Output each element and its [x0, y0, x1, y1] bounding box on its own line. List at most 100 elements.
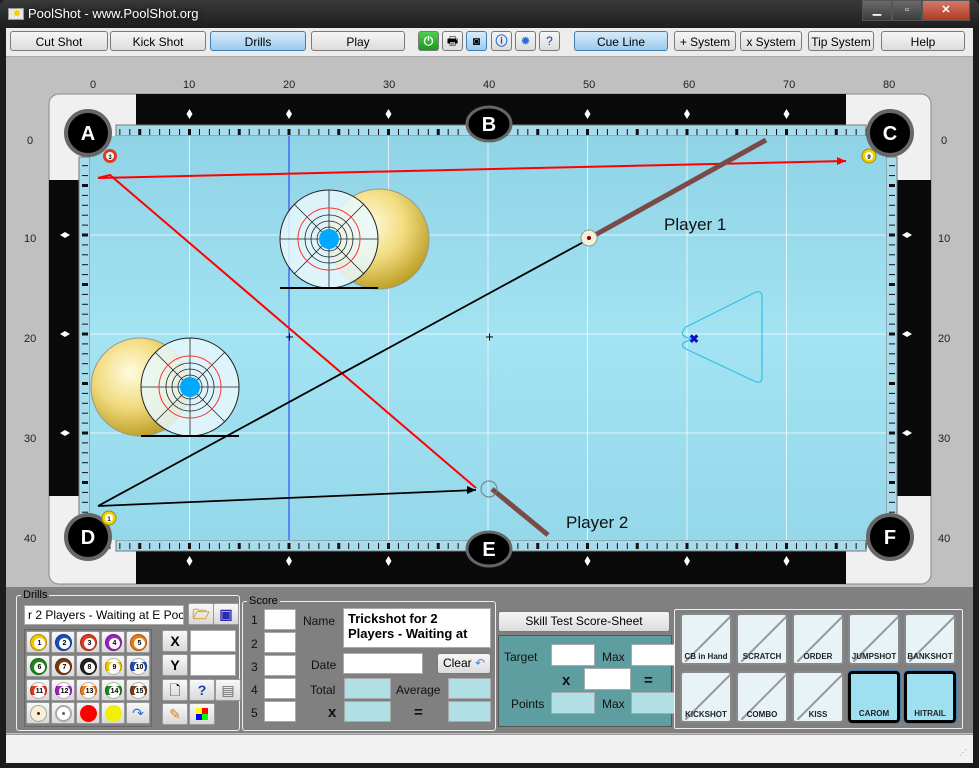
cue-ball: [580, 229, 598, 247]
ball-button-13[interactable]: 13: [76, 679, 100, 701]
open-folder-icon[interactable]: 🗁: [188, 603, 214, 625]
ball-button-4[interactable]: 4: [101, 631, 125, 653]
drill-hitrail[interactable]: HITRAIL: [903, 670, 957, 724]
drill-carom[interactable]: CAROM: [847, 670, 901, 724]
score-field-1[interactable]: [264, 609, 296, 630]
drill-cb-in-hand[interactable]: CB in Hand: [680, 613, 732, 665]
yellow-marker-button[interactable]: [101, 702, 125, 724]
edit-notes-icon[interactable]: ✎: [162, 703, 188, 725]
date-field[interactable]: [343, 653, 423, 674]
drills-button[interactable]: Drills: [210, 31, 306, 51]
pocket-e: E: [465, 530, 513, 568]
cushion-tick: [436, 129, 440, 135]
ball-number: 14: [109, 686, 120, 697]
drill-name-field[interactable]: r 2 Players - Waiting at E Pocket: [24, 605, 184, 625]
ball-button-3[interactable]: 3: [76, 631, 100, 653]
ball-button-11[interactable]: 11: [26, 679, 50, 701]
drill-kiss[interactable]: KISS: [792, 671, 844, 723]
cushion-tick: [328, 543, 330, 549]
ball-button-9[interactable]: 9: [101, 655, 125, 677]
ball-button-5[interactable]: 5: [126, 631, 150, 653]
settings-icon[interactable]: ✹: [515, 31, 536, 51]
ball-button-14[interactable]: 14: [101, 679, 125, 701]
score-field-3[interactable]: [264, 655, 296, 676]
skill-multiplier-field[interactable]: [584, 668, 631, 690]
help-document-icon[interactable]: ?: [189, 679, 215, 701]
ghost-ball-button[interactable]: [51, 702, 75, 724]
ball-button-10[interactable]: 10: [126, 655, 150, 677]
drill-kickshot[interactable]: KICKSHOT: [680, 671, 732, 723]
save-icon[interactable]: ▣: [213, 603, 239, 625]
multiplier-field[interactable]: [344, 701, 391, 722]
clear-button[interactable]: Clear ↶: [437, 653, 491, 674]
cut-shot-button[interactable]: Cut Shot: [10, 31, 108, 51]
drill-combo[interactable]: COMBO: [736, 671, 788, 723]
ball-button-7[interactable]: 7: [51, 655, 75, 677]
minimize-button[interactable]: ▁: [862, 0, 892, 21]
power-icon[interactable]: ⏻: [418, 31, 439, 51]
points-max-field[interactable]: [631, 692, 675, 714]
y-coordinate-button[interactable]: Y: [162, 654, 188, 676]
cushion-tick: [889, 392, 895, 394]
cushion-tick: [785, 129, 788, 135]
cushion-tick: [889, 224, 895, 226]
skill-test-score-sheet-button[interactable]: Skill Test Score-Sheet: [498, 611, 670, 632]
pocket-f: F: [866, 513, 914, 561]
cushion-tick: [82, 353, 88, 355]
cushion-tick: [776, 129, 778, 135]
ball-button-12[interactable]: 12: [51, 679, 75, 701]
result-field[interactable]: [448, 701, 491, 722]
cushion-tick: [706, 543, 708, 549]
table-view[interactable]: 0 10 20 30 40 50 60 70 80 0 10 20 30 40 …: [6, 57, 973, 587]
ball-button-6[interactable]: 6: [26, 655, 50, 677]
cushion-tick: [616, 129, 618, 135]
pool-table[interactable]: A B C D E F ✖ 3 9 1 Player 1 Player 2: [6, 57, 973, 587]
cushion-tick: [169, 543, 171, 549]
new-document-icon[interactable]: 🗋: [162, 679, 188, 701]
red-marker-button[interactable]: [76, 702, 100, 724]
x-coordinate-field[interactable]: [190, 630, 236, 652]
cushion-tick: [536, 543, 540, 549]
close-button[interactable]: ✕: [922, 0, 970, 21]
print-icon[interactable]: 🖶: [442, 31, 463, 51]
table-list-icon[interactable]: ▤: [215, 679, 241, 701]
drill-order[interactable]: ORDER: [792, 613, 844, 665]
info-icon[interactable]: ⓘ: [491, 31, 512, 51]
play-button[interactable]: Play: [311, 31, 405, 51]
plus-system-button[interactable]: + System: [674, 31, 736, 51]
app-window: PoolShot - www.PoolShot.org ▁ ▫ ✕ Cut Sh…: [0, 0, 979, 768]
y-coordinate-field[interactable]: [190, 654, 236, 676]
help-button[interactable]: Help: [881, 31, 965, 51]
player2-label: Player 2: [566, 513, 628, 532]
color-palette-icon[interactable]: [189, 703, 215, 725]
score-field-2[interactable]: [264, 632, 296, 653]
score-name-field[interactable]: Trickshot for 2 Players - Waiting at: [343, 608, 491, 648]
ball-button-1[interactable]: 1: [26, 631, 50, 653]
resize-grip-icon[interactable]: ⋰: [959, 749, 969, 760]
camera-icon[interactable]: ◙: [466, 31, 487, 51]
score-field-4[interactable]: [264, 678, 296, 699]
cue-ball-button[interactable]: [26, 702, 50, 724]
x-coordinate-button[interactable]: X: [162, 630, 188, 652]
cushion-tick: [889, 204, 895, 206]
drill-scratch[interactable]: SCRATCH: [736, 613, 788, 665]
score-field-5[interactable]: [264, 701, 296, 722]
ball-button-2[interactable]: 2: [51, 631, 75, 653]
drill-bankshot[interactable]: BANKSHOT: [904, 613, 956, 665]
average-field[interactable]: [448, 678, 491, 699]
x-system-button[interactable]: x System: [740, 31, 802, 51]
cue-line-button[interactable]: Cue Line: [574, 31, 668, 51]
pocket-a: A: [64, 109, 112, 157]
ball-button-8[interactable]: 8: [76, 655, 100, 677]
target-max-field[interactable]: [631, 644, 675, 666]
total-field[interactable]: [344, 678, 391, 699]
points-field[interactable]: [551, 692, 595, 714]
maximize-button[interactable]: ▫: [892, 0, 922, 21]
tip-system-button[interactable]: Tip System: [808, 31, 874, 51]
target-field[interactable]: [551, 644, 595, 666]
ball-button-15[interactable]: 15: [126, 679, 150, 701]
redo-icon[interactable]: ↷: [126, 702, 150, 724]
drill-jumpshot[interactable]: JUMPSHOT: [848, 613, 900, 665]
kick-shot-button[interactable]: Kick Shot: [110, 31, 206, 51]
help-document-icon[interactable]: ?: [539, 31, 560, 51]
